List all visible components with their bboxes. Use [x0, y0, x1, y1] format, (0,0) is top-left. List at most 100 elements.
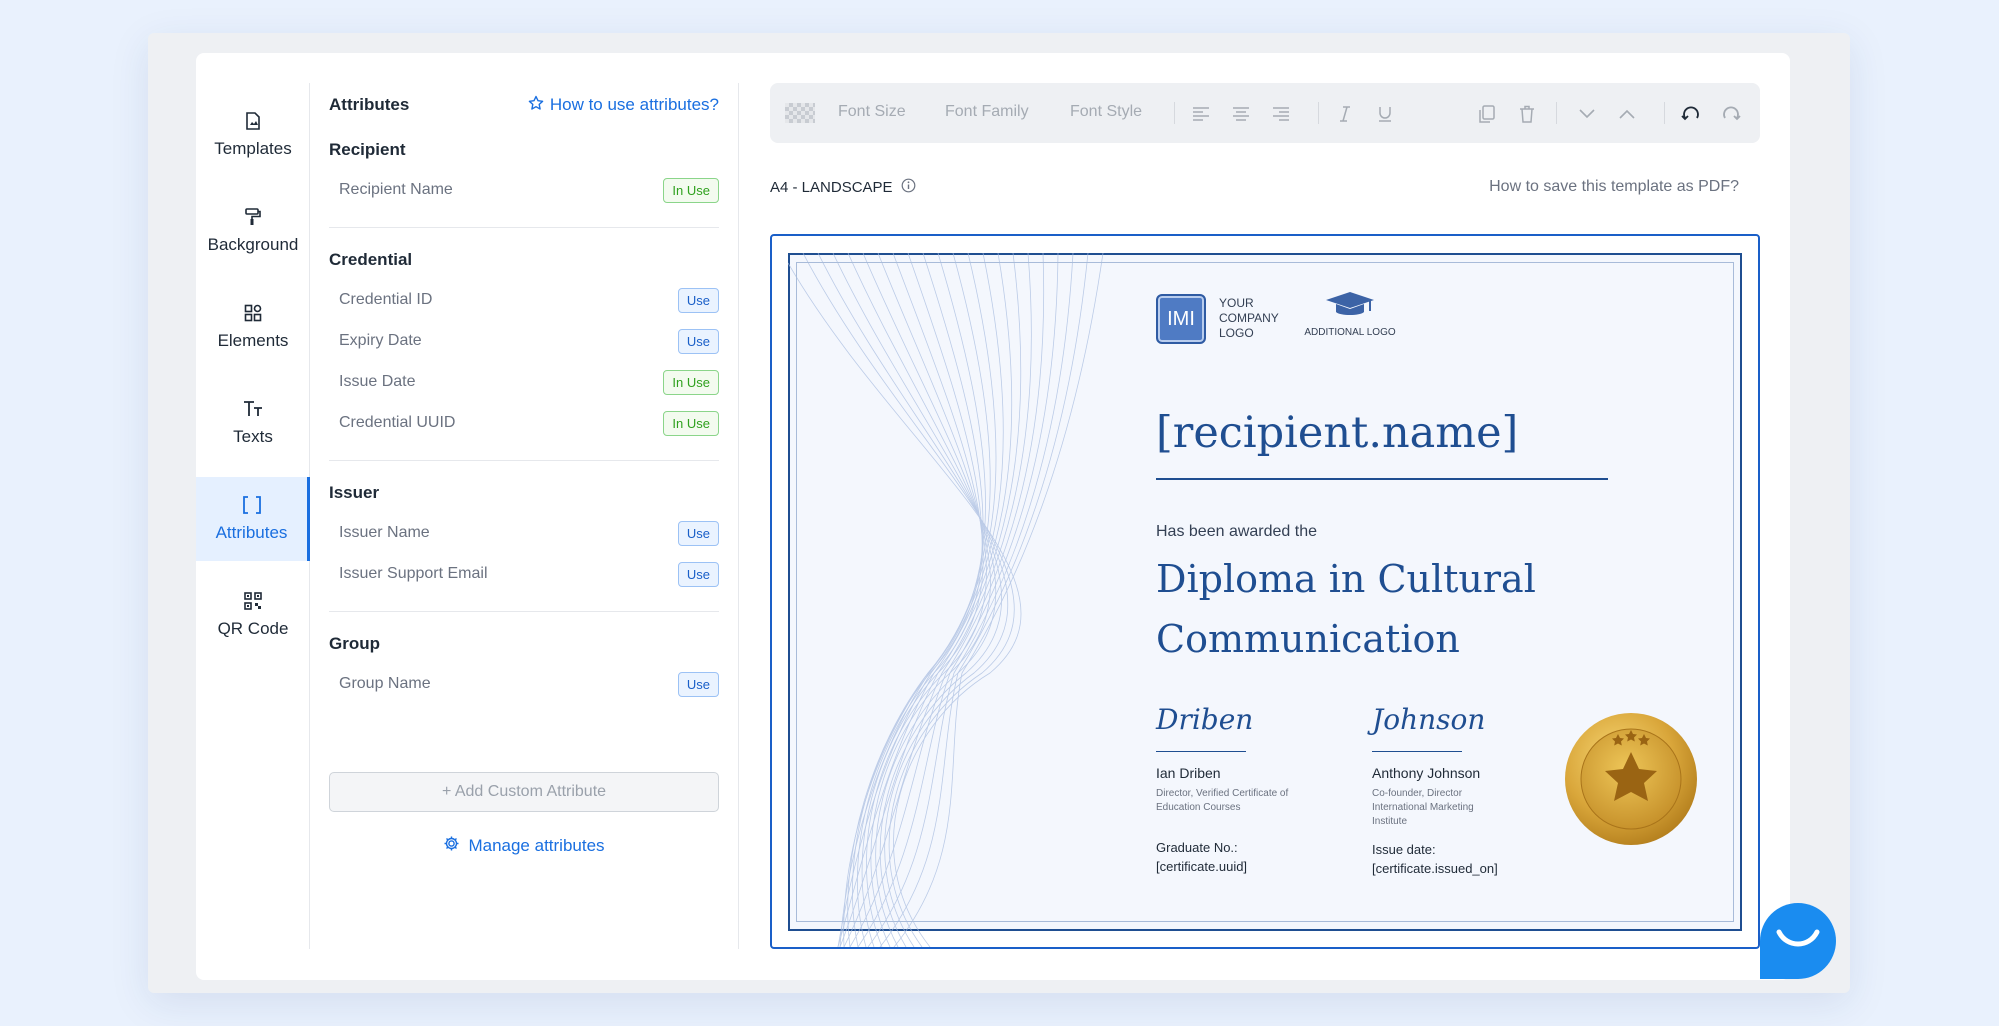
how-to-use-attributes-link[interactable]: How to use attributes? [528, 95, 719, 116]
section-issuer: Issuer [329, 483, 380, 502]
brackets-icon [242, 495, 262, 515]
panel-divider [738, 83, 739, 949]
attribute-row-group-name: Group Name Use [339, 668, 719, 700]
chevron-down-icon[interactable] [1576, 103, 1598, 125]
how-to-use-label: How to use attributes? [549, 95, 719, 114]
font-family-dropdown[interactable]: Font Family [945, 103, 1029, 121]
use-button[interactable]: Use [677, 287, 719, 313]
copy-icon[interactable] [1476, 103, 1498, 125]
in-use-badge[interactable]: In Use [663, 410, 719, 436]
attribute-row-recipient-name: Recipient Name In Use [339, 174, 719, 206]
logo-initials: IMI [1167, 307, 1195, 330]
use-button[interactable]: Use [677, 328, 719, 354]
align-center-icon[interactable] [1230, 103, 1252, 125]
recipient-underline [1156, 478, 1608, 480]
nav-label: Background [207, 235, 299, 254]
color-swatch[interactable] [785, 103, 815, 123]
awarded-text[interactable]: Has been awarded the [1156, 523, 1317, 541]
section-group: Group [329, 634, 380, 653]
diploma-title[interactable]: Diploma in Cultural Communication [1156, 549, 1636, 669]
signer-1-role[interactable]: Director, Verified Certificate of Educat… [1156, 787, 1306, 815]
manage-attributes-link[interactable]: Manage attributes [329, 833, 719, 859]
graduation-cap-icon [1324, 292, 1376, 324]
star-icon [528, 95, 544, 116]
save-as-pdf-help-link[interactable]: How to save this template as PDF? [1489, 178, 1739, 196]
use-button[interactable]: Use [677, 561, 719, 587]
format-toolbar: Font Size Font Family Font Style [770, 83, 1760, 143]
nav-label: Elements [217, 331, 289, 350]
nav-item-qr-code[interactable]: QR Code [196, 573, 310, 657]
in-use-badge[interactable]: In Use [663, 177, 719, 203]
signature-2: Johnson [1372, 703, 1486, 736]
attributes-title: Attributes [329, 95, 410, 114]
attribute-row-credential-uuid: Credential UUID In Use [339, 407, 719, 439]
attribute-label: Credential UUID [339, 414, 456, 431]
attribute-label: Credential ID [339, 291, 433, 308]
font-style-dropdown[interactable]: Font Style [1070, 103, 1142, 121]
attribute-label: Issuer Support Email [339, 565, 488, 582]
info-icon[interactable] [901, 178, 916, 197]
in-use-badge[interactable]: In Use [663, 369, 719, 395]
chat-support-button[interactable] [1760, 903, 1836, 979]
attribute-label: Recipient Name [339, 181, 453, 198]
attribute-label: Issue Date [339, 373, 416, 390]
toolbar-divider [1556, 102, 1557, 124]
nav-label: QR Code [217, 619, 289, 638]
nav-item-templates[interactable]: Templates [196, 93, 310, 177]
additional-logo-text: ADDITIONAL LOGO [1304, 327, 1396, 338]
nav-item-background[interactable]: Background [196, 189, 310, 273]
gear-icon [443, 835, 460, 857]
align-left-icon[interactable] [1190, 103, 1212, 125]
attribute-label: Expiry Date [339, 332, 422, 349]
italic-icon[interactable] [1334, 103, 1356, 125]
graduate-number[interactable]: Graduate No.: [certificate.uuid] [1156, 838, 1266, 876]
divider [329, 460, 719, 461]
undo-icon[interactable] [1680, 103, 1702, 125]
chevron-up-icon[interactable] [1616, 103, 1638, 125]
attribute-row-credential-id: Credential ID Use [339, 284, 719, 316]
recipient-name-placeholder[interactable]: [recipient.name] [1156, 408, 1518, 458]
attribute-row-issuer-name: Issuer Name Use [339, 517, 719, 549]
add-custom-attribute-button[interactable]: + Add Custom Attribute [329, 772, 719, 812]
divider [329, 611, 719, 612]
section-credential: Credential [329, 250, 413, 269]
signer-1-name[interactable]: Ian Driben [1156, 765, 1221, 781]
file-image-icon [243, 111, 263, 131]
signature-line [1372, 751, 1462, 752]
signature-1: Driben [1156, 703, 1254, 736]
qr-code-icon [243, 591, 263, 611]
manage-attributes-label: Manage attributes [468, 836, 605, 855]
use-button[interactable]: Use [677, 671, 719, 697]
attributes-panel: Attributes How to use attributes? Recipi… [329, 83, 719, 949]
section-recipient: Recipient [329, 140, 406, 159]
nav-item-attributes[interactable]: Attributes [196, 477, 310, 561]
attribute-row-issue-date: Issue Date In Use [339, 366, 719, 398]
nav-label: Texts [233, 427, 273, 446]
trash-icon[interactable] [1516, 103, 1538, 125]
attribute-row-expiry-date: Expiry Date Use [339, 325, 719, 357]
sidebar-nav: Templates Background Elements Texts Attr… [196, 83, 310, 949]
smile-icon [1773, 924, 1823, 959]
signature-line [1156, 751, 1246, 752]
company-logo-text: YOUR COMPANY LOGO [1219, 296, 1279, 340]
nav-item-elements[interactable]: Elements [196, 285, 310, 369]
toolbar-divider [1174, 102, 1175, 124]
attribute-row-issuer-support-email: Issuer Support Email Use [339, 558, 719, 590]
align-right-icon[interactable] [1270, 103, 1292, 125]
issue-date[interactable]: Issue date: [certificate.issued_on] [1372, 840, 1522, 878]
gold-medal-seal[interactable] [1564, 712, 1698, 846]
divider [329, 227, 719, 228]
nav-item-texts[interactable]: Texts [196, 381, 310, 465]
additional-logo[interactable]: ADDITIONAL LOGO [1302, 290, 1398, 338]
company-logo[interactable]: IMI [1156, 294, 1206, 344]
redo-icon[interactable] [1720, 103, 1742, 125]
paint-roller-icon [243, 207, 263, 227]
use-button[interactable]: Use [677, 520, 719, 546]
nav-label: Templates [214, 139, 292, 158]
font-size-dropdown[interactable]: Font Size [838, 103, 906, 121]
toolbar-divider [1664, 102, 1665, 124]
signer-2-role[interactable]: Co-founder, Director International Marke… [1372, 787, 1502, 829]
attributes-header: Attributes How to use attributes? [329, 93, 719, 117]
underline-icon[interactable] [1374, 103, 1396, 125]
signer-2-name[interactable]: Anthony Johnson [1372, 765, 1480, 781]
